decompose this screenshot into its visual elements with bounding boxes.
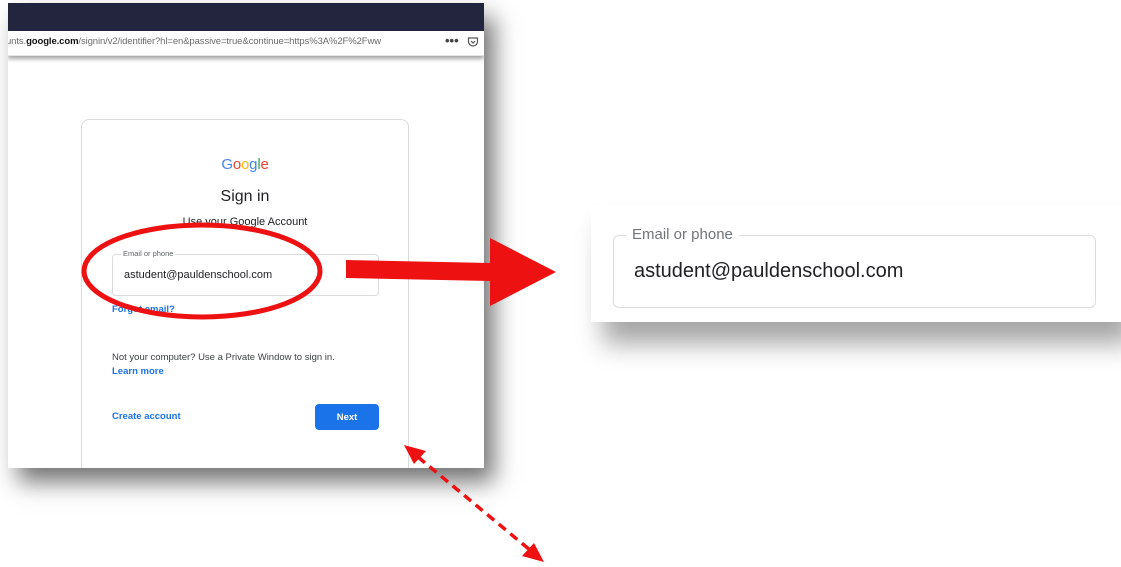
- google-logo-letter: o: [241, 156, 250, 173]
- more-options-icon[interactable]: •••: [445, 33, 459, 48]
- email-field-label: Email or phone: [121, 249, 176, 258]
- google-logo-letter: e: [260, 156, 269, 173]
- zoomed-email-label: Email or phone: [626, 226, 739, 243]
- pocket-icon[interactable]: [467, 36, 479, 48]
- page-title: Sign in: [220, 188, 270, 205]
- create-account-link[interactable]: Create account: [112, 411, 181, 422]
- address-bar[interactable]: unts.google.com/signin/v2/identifier?hl=…: [8, 31, 484, 56]
- private-window-note: Not your computer? Use a Private Window …: [112, 352, 335, 363]
- google-logo-letter: o: [232, 156, 241, 173]
- forgot-email-link[interactable]: Forgot email?: [112, 304, 175, 315]
- zoom-callout: Email or phone astudent@pauldenschool.co…: [591, 205, 1121, 322]
- next-button[interactable]: Next: [315, 404, 379, 430]
- page-subtitle: Use your Google Account: [182, 216, 308, 228]
- learn-more-link[interactable]: Learn more: [112, 366, 164, 377]
- zoomed-email-value: astudent@pauldenschool.com: [634, 260, 904, 282]
- email-field-value[interactable]: astudent@pauldenschool.com: [124, 269, 272, 281]
- email-field[interactable]: Email or phone astudent@pauldenschool.co…: [112, 249, 379, 296]
- google-logo: Google: [82, 156, 408, 173]
- google-logo-letter: G: [221, 156, 233, 173]
- url-text[interactable]: unts.google.com/signin/v2/identifier?hl=…: [8, 36, 424, 47]
- signin-card: Google Sign in Use your Google Account E…: [81, 119, 409, 468]
- browser-screenshot: unts.google.com/signin/v2/identifier?hl=…: [8, 3, 484, 468]
- browser-titlebar: [8, 3, 484, 31]
- zoomed-email-field: Email or phone astudent@pauldenschool.co…: [613, 226, 1096, 308]
